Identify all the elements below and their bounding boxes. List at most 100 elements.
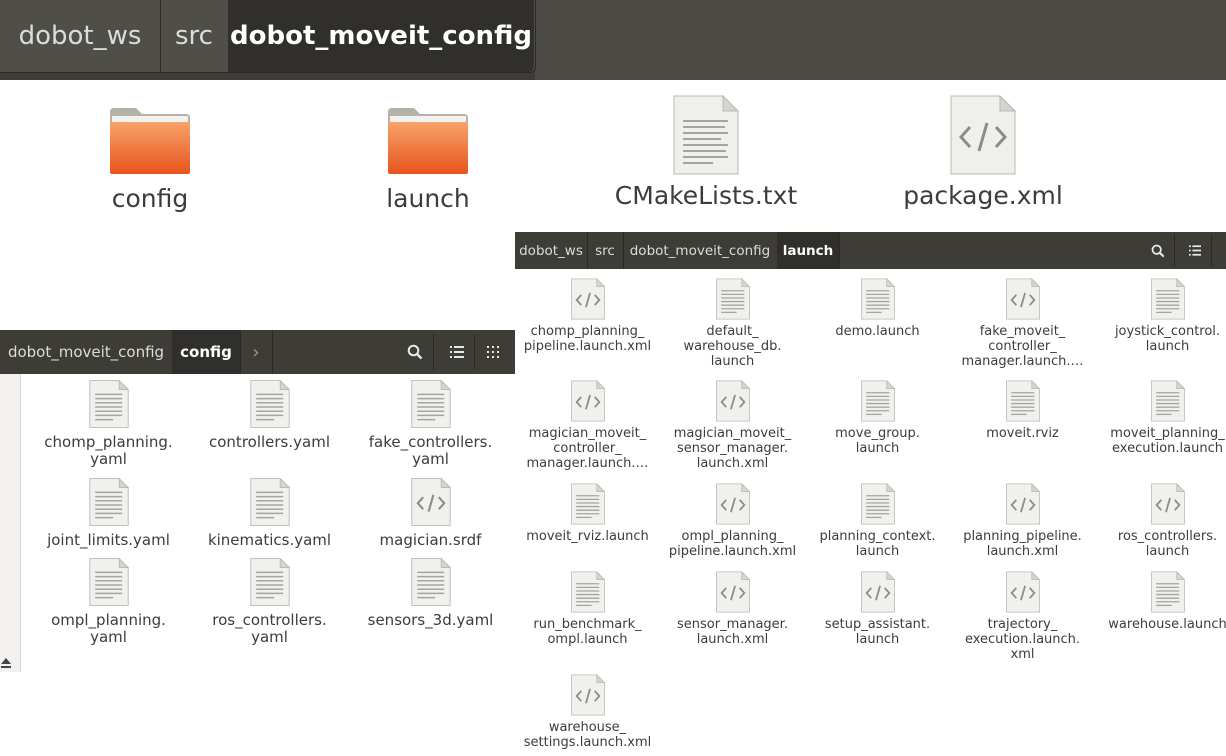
crumb-dobot-ws[interactable]: dobot_ws [515, 232, 588, 269]
text-file-icon [88, 478, 129, 526]
folder-icon [388, 108, 468, 174]
crumb-src[interactable]: src [587, 232, 624, 269]
item-label: sensor_manager. launch.xml [677, 617, 788, 648]
list-view-button[interactable] [1179, 234, 1212, 267]
file-item-ros-controllers-yaml[interactable]: ros_controllers. yaml [191, 558, 348, 647]
file-item-fake-controllers-yaml[interactable]: fake_controllers. yaml [352, 380, 509, 469]
text-file-icon [570, 571, 605, 613]
search-icon [407, 344, 423, 360]
file-item-default-warehouse-db-launch[interactable]: default_ warehouse_db. launch [662, 278, 803, 369]
crumb-dobot-moveit-config[interactable]: dobot_moveit_config [623, 232, 778, 269]
item-label: chomp_planning_ pipeline.launch.xml [523, 324, 652, 355]
code-file-icon [950, 95, 1016, 175]
file-item-sensors-3d-yaml[interactable]: sensors_3d.yaml [352, 558, 509, 629]
item-label: trajectory_ execution.launch. xml [964, 617, 1081, 663]
file-item-joint-limits-yaml[interactable]: joint_limits.yaml [30, 478, 187, 549]
file-item-ompl-planning-pipeline-launch-xml[interactable]: ompl_planning_ pipeline.launch.xml [662, 483, 803, 559]
file-item-run-benchmark-ompl-launch[interactable]: run_benchmark_ ompl.launch [517, 571, 658, 647]
code-file-icon [1005, 571, 1040, 613]
file-item-moveit-rviz-launch[interactable]: moveit_rviz.launch [517, 483, 658, 544]
file-item-planning-context-launch[interactable]: planning_context. launch [807, 483, 948, 559]
text-file-icon [570, 483, 605, 525]
item-label: magician_moveit_ sensor_manager. launch.… [673, 426, 792, 472]
file-item-cmakelists[interactable]: CMakeLists.txt [600, 95, 812, 210]
sidebar [0, 374, 21, 672]
item-label: warehouse.launch [1108, 617, 1226, 632]
item-label: moveit.rviz [986, 426, 1059, 441]
file-item-chomp-planning-pipeline-launch-xml[interactable]: chomp_planning_ pipeline.launch.xml [517, 278, 658, 354]
file-item-chomp-planning-yaml[interactable]: chomp_planning. yaml [30, 380, 187, 469]
text-file-icon [673, 95, 739, 175]
file-item-planning-pipeline-launch-xml[interactable]: planning_pipeline. launch.xml [952, 483, 1093, 559]
item-label: moveit_planning_ execution.launch [1110, 426, 1225, 457]
crumb-dobot-moveit-config[interactable]: dobot_moveit_config [0, 330, 173, 374]
item-label: config [111, 184, 189, 213]
text-file-icon [88, 380, 129, 428]
crumb-dobot-moveit-config[interactable]: dobot_moveit_config [228, 0, 534, 72]
file-item-move-group-launch[interactable]: move_group. launch [807, 380, 948, 456]
folder-item-launch[interactable]: launch [353, 106, 503, 213]
eject-button[interactable] [0, 652, 14, 674]
breadcrumb: dobot_ws src dobot_moveit_config [0, 0, 536, 73]
item-label: fake_controllers. yaml [368, 433, 493, 469]
file-item-controllers-yaml[interactable]: controllers.yaml [191, 380, 348, 451]
item-label: default_ warehouse_db. launch [683, 324, 782, 370]
folder-icon [110, 108, 190, 174]
file-item-demo-launch[interactable]: demo.launch [807, 278, 948, 339]
folder-item-config[interactable]: config [75, 106, 225, 213]
search-button[interactable] [1142, 234, 1175, 267]
text-file-icon [860, 380, 895, 422]
grid-view-button[interactable] [476, 334, 510, 370]
file-item-warehouse-settings-launch-xml[interactable]: warehouse_ settings.launch.xml [517, 674, 658, 750]
file-item-trajectory-execution-launch-xml[interactable]: trajectory_ execution.launch. xml [952, 571, 1093, 662]
forward-arrow[interactable]: › [240, 330, 273, 374]
list-view-button[interactable] [440, 334, 475, 370]
config-path-bar: dobot_moveit_config config › [0, 330, 515, 374]
item-label: planning_context. launch [819, 529, 936, 560]
file-item-ros-controllers-launch[interactable]: ros_controllers. launch [1097, 483, 1226, 559]
file-item-setup-assistant-launch[interactable]: setup_assistant. launch [807, 571, 948, 647]
crumb-src[interactable]: src [160, 0, 229, 72]
item-label: run_benchmark_ ompl.launch [533, 617, 642, 648]
file-item-moveit-rviz[interactable]: moveit.rviz [952, 380, 1093, 441]
file-item-magician-srdf[interactable]: magician.srdf [352, 478, 509, 549]
text-file-icon [249, 558, 290, 606]
top-path-bar: dobot_ws src dobot_moveit_config [0, 0, 1226, 80]
text-file-icon [249, 478, 290, 526]
code-file-icon [1150, 483, 1185, 525]
item-label: magician.srdf [379, 531, 482, 549]
file-item-moveit-planning-execution-launch[interactable]: moveit_planning_ execution.launch [1097, 380, 1226, 456]
file-item-magician-moveit-controller-manager-launch[interactable]: magician_moveit_ controller_ manager.lau… [517, 380, 658, 471]
file-item-fake-moveit-controller-manager-launch[interactable]: fake_moveit_ controller_ manager.launch.… [952, 278, 1093, 369]
item-label: setup_assistant. launch [824, 617, 931, 648]
crumb-dobot-ws[interactable]: dobot_ws [0, 0, 161, 72]
item-label: kinematics.yaml [207, 531, 332, 549]
file-item-kinematics-yaml[interactable]: kinematics.yaml [191, 478, 348, 549]
code-file-icon [410, 478, 451, 526]
item-label: move_group. launch [835, 426, 920, 457]
file-item-joystick-control-launch[interactable]: joystick_control. launch [1097, 278, 1226, 354]
text-file-icon [410, 558, 451, 606]
text-file-icon [715, 278, 750, 320]
file-item-warehouse-launch[interactable]: warehouse.launch [1097, 571, 1226, 632]
list-view-icon [450, 346, 464, 358]
item-label: ros_controllers. launch [1117, 529, 1218, 560]
search-button[interactable] [397, 334, 434, 370]
file-item-ompl-planning-yaml[interactable]: ompl_planning. yaml [30, 558, 187, 647]
crumb-launch[interactable]: launch [777, 232, 840, 269]
item-label: controllers.yaml [209, 433, 330, 451]
file-item-package-xml[interactable]: package.xml [888, 95, 1078, 210]
crumb-config[interactable]: config [172, 330, 241, 374]
item-label: ompl_planning_ pipeline.launch.xml [668, 529, 797, 560]
file-item-magician-moveit-sensor-manager-launch-xml[interactable]: magician_moveit_ sensor_manager. launch.… [662, 380, 803, 471]
text-file-icon [860, 483, 895, 525]
text-file-icon [410, 380, 451, 428]
text-file-icon [1005, 380, 1040, 422]
item-label: ompl_planning. yaml [51, 611, 166, 647]
text-file-icon [249, 380, 290, 428]
code-file-icon [570, 278, 605, 320]
grid-view-icon [487, 346, 499, 358]
toolbar-background [535, 0, 1226, 80]
code-file-icon [570, 380, 605, 422]
file-item-sensor-manager-launch-xml[interactable]: sensor_manager. launch.xml [662, 571, 803, 647]
